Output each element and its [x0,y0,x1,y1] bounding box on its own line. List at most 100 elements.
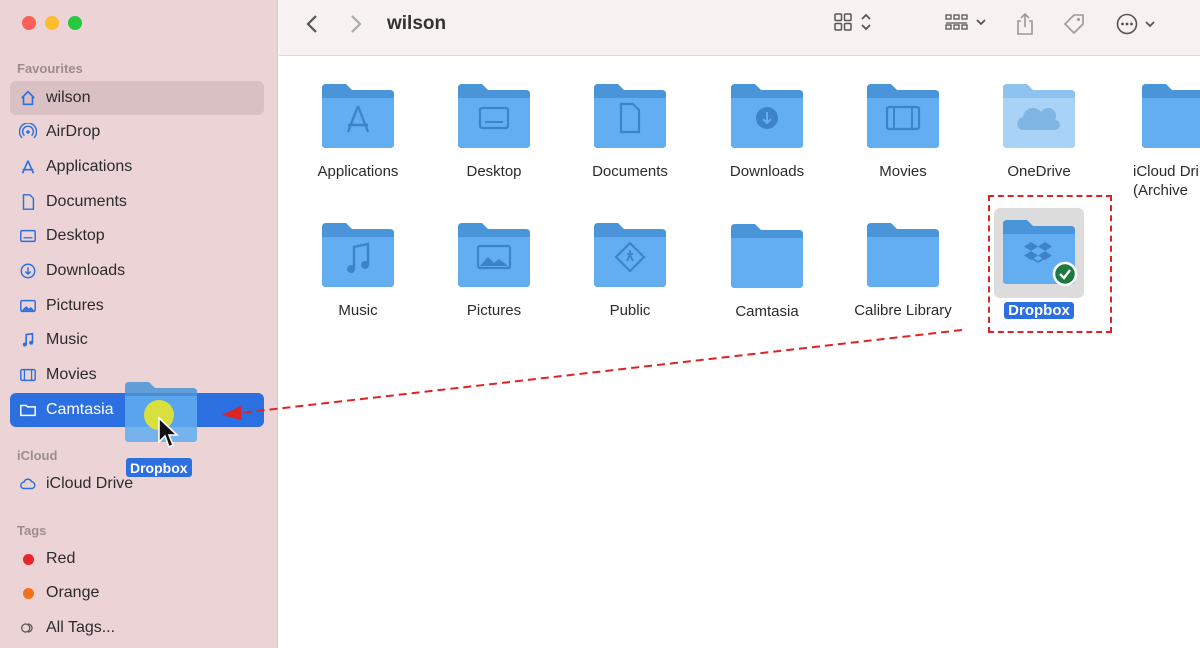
sidebar-item-desktop[interactable]: Desktop [10,219,264,253]
pictures-folder-icon [458,223,530,287]
chevron-left-icon [306,15,317,33]
file-item-label: Pictures [466,302,522,319]
sidebar-item-label: All Tags... [46,619,116,636]
film-folder-icon [867,84,939,148]
file-item-desktop[interactable]: Desktop [429,82,559,181]
music-folder-icon [322,223,394,287]
public-folder-icon [594,223,666,287]
sidebar-item-label: Red [46,550,76,567]
icloud-section-label: iCloud [17,448,58,463]
app-store-folder-icon [322,84,394,148]
file-item-camtasia[interactable]: Camtasia [702,222,832,321]
sidebar-item-tag-red[interactable]: Red [10,542,264,576]
applications-icon [18,157,38,177]
ellipsis-circle-icon [1116,13,1138,35]
sidebar-item-label: Music [46,331,88,348]
file-item-label: Public [609,302,651,319]
sidebar-item-label: Applications [46,158,133,175]
file-item-documents[interactable]: Documents [565,82,695,181]
orange-tag-icon [18,583,38,603]
sidebar-item-music[interactable]: Music [10,323,264,357]
sidebar-item-airdrop[interactable]: AirDrop [10,115,264,149]
document-folder-icon [594,84,666,148]
more-actions-button[interactable] [1115,12,1157,36]
desktop-folder-icon [458,84,530,148]
sidebar-item-label: AirDrop [46,123,101,140]
download-folder-icon [731,84,803,148]
music-icon [18,330,38,350]
sidebar-item-documents[interactable]: Documents [10,185,264,219]
sidebar-item-all-tags[interactable]: All Tags... [10,611,264,645]
chevron-right-icon [351,15,362,33]
sidebar-item-label: Desktop [46,227,105,244]
annotation-highlight-box [988,195,1112,333]
group-button[interactable] [944,12,988,32]
sidebar-item-label: wilson [46,89,91,106]
file-item-music[interactable]: Music [293,221,423,320]
file-item-calibre-library[interactable]: Calibre Library [838,221,968,320]
file-item-onedrive[interactable]: OneDrive [974,82,1104,181]
movies-icon [18,365,38,385]
sidebar-item-label: Pictures [46,297,104,314]
chevron-down-icon [1145,21,1155,28]
file-item-label: Calibre Library [854,302,952,319]
file-item-label: Movies [879,163,927,180]
sidebar-item-pictures[interactable]: Pictures [10,289,264,323]
file-item-label: Downloads [729,163,805,180]
sidebar: Favourites wilson AirDrop Applications D… [0,0,278,648]
pictures-icon [18,296,38,316]
folder-icon [867,223,939,287]
home-icon [18,88,38,108]
sidebar-item-label: Documents [46,193,127,210]
file-item-label: Documents [592,163,668,180]
forward-button[interactable] [347,12,365,36]
sidebar-item-label: Camtasia [46,401,114,418]
toolbar: wilson [279,0,1200,56]
file-item-applications[interactable]: Applications [293,82,423,181]
red-tag-icon [18,549,38,569]
folder-icon [1142,84,1200,148]
sidebar-item-label: iCloud Drive [46,475,134,492]
chevron-up-down-icon [861,13,871,31]
sidebar-item-label: Movies [46,366,97,383]
sidebar-item-downloads[interactable]: Downloads [10,254,264,288]
zoom-window-button[interactable] [68,16,82,30]
sidebar-item-applications[interactable]: Applications [10,150,264,184]
mouse-pointer-icon [158,416,179,449]
file-item-label: Desktop [466,163,522,180]
share-button[interactable] [1015,12,1035,36]
tags-section-label: Tags [17,523,47,538]
file-item-public[interactable]: Public [565,221,695,320]
airdrop-icon [18,122,38,142]
group-icon [945,14,968,30]
grid-view-icon [834,13,852,31]
file-item-label: iCloud Dri (Archive [1133,163,1199,199]
chevron-down-icon [976,19,986,26]
file-item-downloads[interactable]: Downloads [702,82,832,181]
tags-icon [18,618,38,638]
folder-icon [731,224,803,288]
onedrive-folder-icon [1003,84,1075,148]
document-icon [18,192,38,212]
cloud-icon [18,474,38,494]
file-item-icloud-drive-archive[interactable]: iCloud Dri (Archive [1110,82,1200,200]
download-icon [18,261,38,281]
folder-icon [18,400,38,420]
sidebar-item-tag-orange[interactable]: Orange [10,576,264,610]
back-button[interactable] [303,12,321,36]
file-item-label: Applications [317,163,399,180]
tag-button[interactable] [1062,12,1086,36]
sidebar-item-label: Downloads [46,262,126,279]
file-item-label: OneDrive [1007,163,1071,180]
sidebar-item-wilson[interactable]: wilson [10,81,264,115]
window-title: wilson [387,13,447,34]
view-mode-button[interactable] [833,12,873,32]
close-window-button[interactable] [22,16,36,30]
file-item-pictures[interactable]: Pictures [429,221,559,320]
file-item-label: Camtasia [735,303,799,320]
favourites-section-label: Favourites [17,61,83,76]
file-item-movies[interactable]: Movies [838,82,968,181]
window-controls [22,16,82,30]
sidebar-item-label: Orange [46,584,100,601]
minimize-window-button[interactable] [45,16,59,30]
